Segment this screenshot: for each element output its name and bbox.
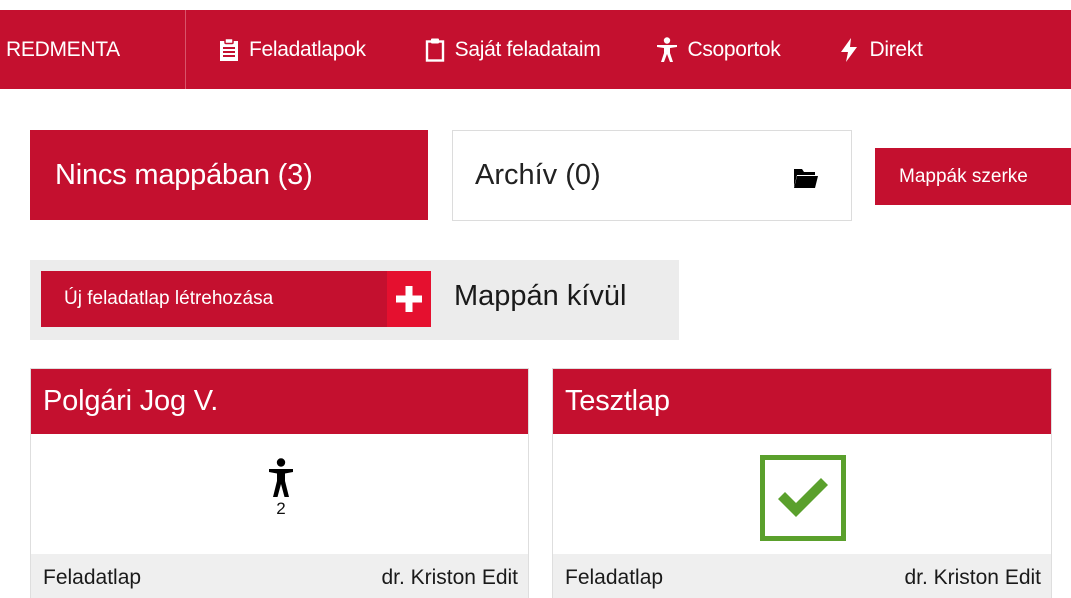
card-title[interactable]: Tesztlap <box>553 369 1051 434</box>
top-navbar: REDMENTA Feladatlapok Saját feladataim C… <box>0 10 1071 89</box>
folder-tab-unfiled[interactable]: Nincs mappában (3) <box>30 130 428 220</box>
card-footer: Feladatlap dr. Kriston Edit <box>31 554 528 598</box>
nav-item-label: Feladatlapok <box>249 37 366 61</box>
folder-tab-label: Archív (0) <box>475 159 601 191</box>
nav-item-feladatlapok[interactable]: Feladatlapok <box>218 10 366 89</box>
edit-folders-button[interactable]: Mappák szerke <box>875 148 1071 205</box>
group-indicator: 2 <box>261 458 301 519</box>
card-type: Feladatlap <box>565 566 664 589</box>
worksheet-card[interactable]: Tesztlap Feladatlap dr. Kriston Edit <box>552 368 1052 598</box>
clipboard-list-icon <box>218 37 240 63</box>
folder-tab-archive[interactable]: Archív (0) <box>452 130 852 221</box>
worksheet-card[interactable]: Polgári Jog V. 2 Feladatlap dr. Kriston … <box>30 368 529 598</box>
card-footer: Feladatlap dr. Kriston Edit <box>553 554 1051 598</box>
nav-item-sajat-feladataim[interactable]: Saját feladataim <box>424 10 601 89</box>
nav-item-direkt[interactable]: Direkt <box>838 10 923 89</box>
brand-logo[interactable]: REDMENTA <box>0 10 186 89</box>
plus-icon[interactable] <box>387 271 431 327</box>
new-sheet-button[interactable]: Új feladatlap létrehozása <box>41 271 417 327</box>
card-title[interactable]: Polgári Jog V. <box>31 369 528 434</box>
folder-open-icon <box>793 164 819 197</box>
card-type: Feladatlap <box>43 566 142 589</box>
person-icon <box>656 36 678 63</box>
card-author: dr. Kriston Edit <box>904 566 1041 589</box>
card-body: 2 <box>31 434 528 554</box>
folder-location-label: Mappán kívül <box>454 280 627 312</box>
clipboard-icon <box>424 37 446 63</box>
card-body <box>553 434 1051 554</box>
group-count: 2 <box>276 499 286 518</box>
card-author: dr. Kriston Edit <box>381 566 518 589</box>
checkmark-icon <box>760 455 846 541</box>
nav-item-label: Saját feladataim <box>454 37 601 61</box>
nav-item-label: Direkt <box>869 37 923 61</box>
new-sheet-bar: Új feladatlap létrehozása Mappán kívül <box>30 260 679 340</box>
nav-item-label: Csoportok <box>687 37 781 61</box>
nav-item-csoportok[interactable]: Csoportok <box>656 10 781 89</box>
bolt-icon <box>838 37 860 63</box>
